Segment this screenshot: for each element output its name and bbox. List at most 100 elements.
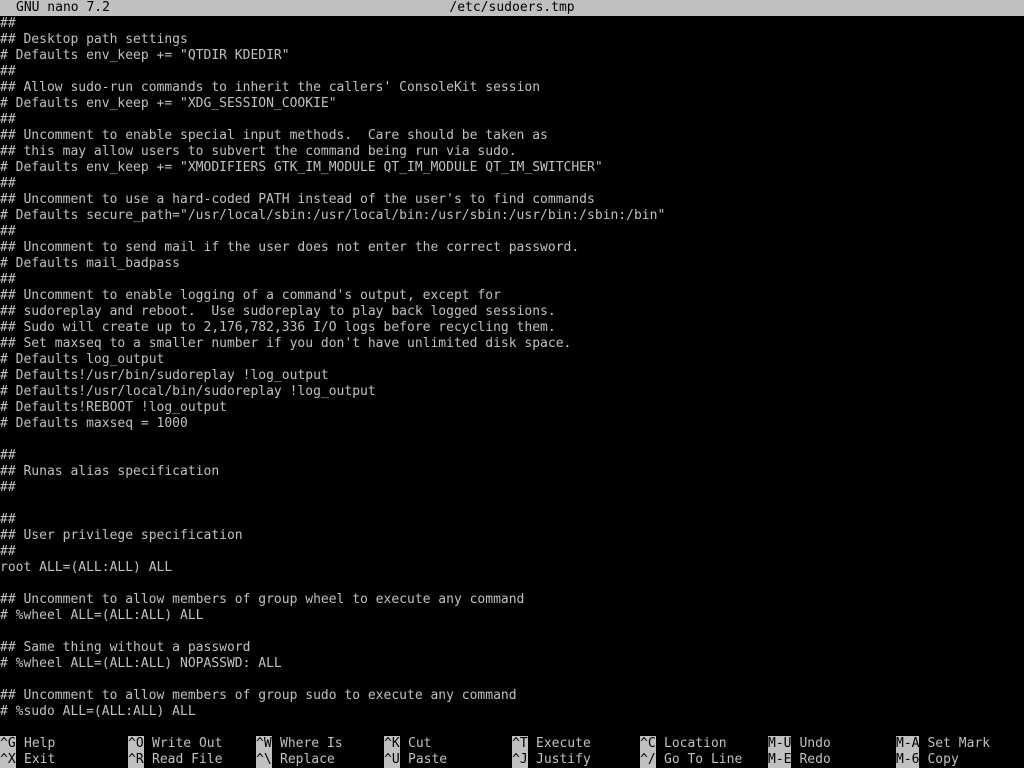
shortcut-go-to-line[interactable]: ^/ Go To Line [640, 752, 768, 768]
editor-buffer[interactable]: ## ## Desktop path settings # Defaults env… [0, 16, 1024, 724]
editor-line[interactable]: ## Uncomment to send mail if the user do… [0, 240, 1024, 256]
shortcut-justify[interactable]: ^J Justify [512, 752, 640, 768]
search-icon: ^W [256, 736, 272, 752]
shortcut-label: Paste [408, 752, 448, 767]
editor-line[interactable]: ## Set maxseq to a smaller number if you… [0, 336, 1024, 352]
editor-line[interactable] [0, 432, 1024, 448]
editor-line[interactable]: ## sudoreplay and reboot. Use sudoreplay… [0, 304, 1024, 320]
replace-icon: ^\ [256, 752, 272, 768]
editor-line[interactable]: ## Uncomment to use a hard-coded PATH in… [0, 192, 1024, 208]
shortcut-read-file[interactable]: ^R Read File [128, 752, 256, 768]
shortcut-label: Justify [536, 752, 591, 767]
shortcut-label: Where Is [280, 736, 343, 751]
shortcut-where-is[interactable]: ^W Where Is [256, 736, 384, 752]
editor-line[interactable]: ## [0, 224, 1024, 240]
editor-line[interactable] [0, 624, 1024, 640]
redo-icon: M-E [768, 752, 792, 768]
mark-icon: M-A [896, 736, 920, 752]
editor-line[interactable]: ## this may allow users to subvert the c… [0, 144, 1024, 160]
open-file-icon: ^R [128, 752, 144, 768]
editor-line[interactable]: # Defaults env_keep += "QTDIR KDEDIR" [0, 48, 1024, 64]
shortcut-help[interactable]: ^G Help [0, 736, 128, 752]
editor-line[interactable] [0, 576, 1024, 592]
shortcut-column: ^O Write Out ^R Read File [128, 736, 256, 768]
editor-line[interactable]: ## Allow sudo-run commands to inherit th… [0, 80, 1024, 96]
shortcut-label: Replace [280, 752, 335, 767]
editor-line[interactable]: ## Desktop path settings [0, 32, 1024, 48]
shortcut-label: Undo [799, 736, 831, 751]
editor-line[interactable]: # %sudo ALL=(ALL:ALL) ALL [0, 704, 1024, 720]
shortcut-label: Redo [799, 752, 831, 767]
shortcut-bar: ^G Help ^X Exit ^O Write Out ^R Read File ^W Wher… [0, 736, 1024, 768]
shortcut-column: M-A Set Mark M-6 Copy [896, 736, 1024, 768]
shortcut-set-mark[interactable]: M-A Set Mark [896, 736, 1024, 752]
editor-line[interactable] [0, 672, 1024, 688]
shortcut-column: ^W Where Is ^\ Replace [256, 736, 384, 768]
shortcut-label: Copy [927, 752, 959, 767]
execute-icon: ^T [512, 736, 528, 752]
editor-line[interactable]: ## User privilege specification [0, 528, 1024, 544]
goto-line-icon: ^/ [640, 752, 656, 768]
editor-line[interactable]: # %wheel ALL=(ALL:ALL) NOPASSWD: ALL [0, 656, 1024, 672]
shortcut-label: Go To Line [664, 752, 743, 767]
editor-line[interactable]: # Defaults mail_badpass [0, 256, 1024, 272]
justify-icon: ^J [512, 752, 528, 768]
editor-line[interactable]: ## [0, 448, 1024, 464]
shortcut-undo[interactable]: M-U Undo [768, 736, 896, 752]
editor-line[interactable]: ## [0, 544, 1024, 560]
editor-line[interactable]: # Defaults!/usr/local/bin/sudoreplay !lo… [0, 384, 1024, 400]
editor-line[interactable]: ## Uncomment to enable special input met… [0, 128, 1024, 144]
editor-line[interactable]: # Defaults log_output [0, 352, 1024, 368]
exit-icon: ^X [0, 752, 16, 768]
shortcut-label: Execute [536, 736, 591, 751]
editor-line[interactable] [0, 496, 1024, 512]
editor-line[interactable]: ## [0, 272, 1024, 288]
editor-line[interactable]: ## Uncomment to enable logging of a comm… [0, 288, 1024, 304]
shortcut-label: Location [664, 736, 727, 751]
editor-line[interactable]: ## Uncomment to allow members of group s… [0, 688, 1024, 704]
location-icon: ^C [640, 736, 656, 752]
shortcut-paste[interactable]: ^U Paste [384, 752, 512, 768]
shortcut-column: ^C Location ^/ Go To Line [640, 736, 768, 768]
shortcut-cut[interactable]: ^K Cut [384, 736, 512, 752]
shortcut-exit[interactable]: ^X Exit [0, 752, 128, 768]
editor-line[interactable]: # Defaults env_keep += "XDG_SESSION_COOK… [0, 96, 1024, 112]
editor-line[interactable]: ## [0, 64, 1024, 80]
shortcut-replace[interactable]: ^\ Replace [256, 752, 384, 768]
shortcut-column: M-U Undo M-E Redo [768, 736, 896, 768]
editor-line[interactable]: ## [0, 112, 1024, 128]
editor-line[interactable]: # Defaults!/usr/bin/sudoreplay !log_outp… [0, 368, 1024, 384]
editor-line[interactable]: root ALL=(ALL:ALL) ALL [0, 560, 1024, 576]
shortcut-write-out[interactable]: ^O Write Out [128, 736, 256, 752]
shortcut-label: Set Mark [927, 736, 991, 751]
editor-line[interactable]: ## [0, 176, 1024, 192]
title-bar: GNU nano 7.2 /etc/sudoers.tmp [0, 0, 1024, 16]
shortcut-label: Help [24, 736, 56, 751]
editor-line[interactable]: # Defaults!REBOOT !log_output [0, 400, 1024, 416]
editor-line[interactable]: # Defaults maxseq = 1000 [0, 416, 1024, 432]
shortcut-redo[interactable]: M-E Redo [768, 752, 896, 768]
editor-line[interactable]: # Defaults secure_path="/usr/local/sbin:… [0, 208, 1024, 224]
editor-line[interactable]: ## [0, 480, 1024, 496]
editor-line[interactable]: ## [0, 512, 1024, 528]
shortcut-location[interactable]: ^C Location [640, 736, 768, 752]
editor-line[interactable]: # Defaults env_keep += "XMODIFIERS GTK_I… [0, 160, 1024, 176]
shortcut-label: Write Out [152, 736, 223, 751]
editor-line[interactable]: ## Runas alias specification [0, 464, 1024, 480]
shortcut-copy[interactable]: M-6 Copy [896, 752, 1024, 768]
save-icon: ^O [128, 736, 144, 752]
shortcut-column: ^T Execute ^J Justify [512, 736, 640, 768]
shortcut-label: Read File [152, 752, 223, 767]
cut-icon: ^K [384, 736, 400, 752]
editor-line[interactable]: # %wheel ALL=(ALL:ALL) ALL [0, 608, 1024, 624]
editor-line[interactable]: ## [0, 16, 1024, 32]
shortcut-label: Cut [408, 736, 432, 751]
editor-line[interactable]: ## Same thing without a password [0, 640, 1024, 656]
shortcut-column: ^G Help ^X Exit [0, 736, 128, 768]
editor-line[interactable]: ## Uncomment to allow members of group w… [0, 592, 1024, 608]
undo-icon: M-U [768, 736, 792, 752]
shortcut-execute[interactable]: ^T Execute [512, 736, 640, 752]
help-icon: ^G [0, 736, 16, 752]
editor-line[interactable]: ## Sudo will create up to 2,176,782,336 … [0, 320, 1024, 336]
shortcut-label: Exit [24, 752, 56, 767]
